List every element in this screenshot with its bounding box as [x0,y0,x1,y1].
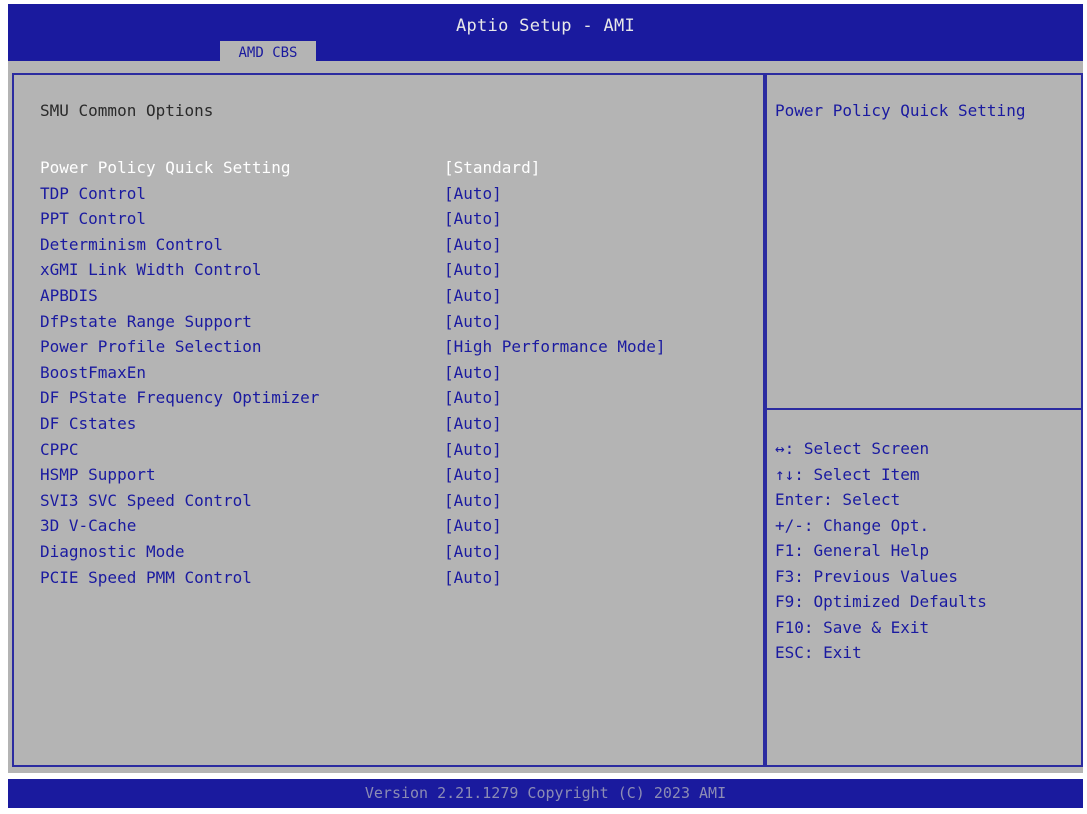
setup-option-row[interactable]: TDP Control [Auto] [40,182,740,206]
key-hint: F1: General Help [775,541,930,560]
setup-screen: SMU Common Options Power Policy Quick Se… [8,61,1083,773]
setup-option-row[interactable]: DF PState Frequency Optimizer [Auto] [40,386,740,410]
option-value[interactable]: [Auto] [444,233,502,257]
setup-option-row[interactable]: Determinism Control [Auto] [40,233,740,257]
version-footer: Version 2.21.1279 Copyright (C) 2023 AMI [8,779,1083,808]
option-value[interactable]: [Auto] [444,310,502,334]
app-title: Aptio Setup - AMI [455,16,636,36]
option-label: 3D V-Cache [40,516,137,536]
option-label: HSMP Support [40,465,156,485]
option-label: APBDIS [40,286,98,305]
option-value[interactable]: [Auto] [444,463,502,487]
option-label: xGMI Link Width Control [40,260,262,280]
option-label: PPT Control [40,209,146,229]
setup-option-row[interactable]: DF Cstates [Auto] [40,412,740,436]
key-hint: ↔: Select Screen [775,439,930,458]
setup-option-row[interactable]: Power Profile Selection [High Performance… [40,335,740,359]
option-value[interactable]: [High Performance Mode] [444,335,666,359]
option-value[interactable]: [Auto] [444,489,502,513]
option-label: SVI3 SVC Speed Control [40,490,252,510]
key-legend: ↔: Select Screen ↑↓: Select Item Enter: Se… [775,436,987,666]
option-value[interactable]: [Auto] [444,207,502,231]
key-hint: Enter: Select [775,490,901,509]
option-value[interactable]: [Auto] [444,438,502,462]
setup-option-row[interactable]: CPPC [Auto] [40,438,740,462]
key-hint: F3: Previous Values [775,566,959,586]
setup-option-row[interactable]: SVI3 SVC Speed Control [Auto] [40,489,740,513]
section-title: SMU Common Options [40,101,214,120]
option-label: DfPstate Range Support [40,311,252,331]
option-value[interactable]: [Auto] [444,182,502,206]
option-value[interactable]: [Auto] [444,361,502,385]
option-value[interactable]: [Auto] [444,284,502,308]
setup-option-row[interactable]: PCIE Speed PMM Control [Auto] [40,566,740,590]
option-label: TDP Control [40,183,146,203]
option-label: PCIE Speed PMM Control [40,567,252,587]
option-value[interactable]: [Auto] [444,540,502,564]
option-value[interactable]: [Auto] [444,514,502,538]
option-value[interactable]: [Auto] [444,258,502,282]
setup-option-row[interactable]: APBDIS [Auto] [40,284,740,308]
option-value[interactable]: [Auto] [444,412,502,436]
options-pane: SMU Common Options Power Policy Quick Se… [12,73,765,767]
key-hint: +/-: Change Opt. [775,515,930,535]
option-label: DF Cstates [40,414,137,433]
key-hint: ↑↓: Select Item [775,464,920,484]
setup-option-row[interactable]: xGMI Link Width Control [Auto] [40,258,740,282]
option-label: DF PState Frequency Optimizer [40,388,320,408]
setup-option-row[interactable]: BoostFmaxEn [Auto] [40,361,740,385]
setup-option-row[interactable]: Power Policy Quick Setting [Standard] [40,156,740,180]
key-hint: F9: Optimized Defaults [775,592,987,611]
option-value[interactable]: [Standard] [444,156,540,180]
setup-option-row[interactable]: HSMP Support [Auto] [40,463,740,487]
option-label: Power Policy Quick Setting [40,158,291,177]
option-label: Determinism Control [40,234,224,254]
key-hint: F10: Save & Exit [775,617,930,637]
key-hint: ESC: Exit [775,643,862,662]
help-divider [767,408,1081,410]
help-pane: Power Policy Quick Setting ↔: Select Scr… [765,73,1083,767]
help-description: Power Policy Quick Setting [775,101,1026,120]
setup-option-row[interactable]: Diagnostic Mode [Auto] [40,540,740,564]
option-value[interactable]: [Auto] [444,566,502,590]
setup-option-row[interactable]: PPT Control [Auto] [40,207,740,231]
option-value[interactable]: [Auto] [444,386,502,410]
title-bar: Aptio Setup - AMI AMD CBS [8,4,1083,65]
option-label: BoostFmaxEn [40,362,146,382]
setup-option-row[interactable]: DfPstate Range Support [Auto] [40,310,740,334]
option-label: Power Profile Selection [40,337,262,357]
option-label: Diagnostic Mode [40,542,185,561]
setup-option-row[interactable]: 3D V-Cache [Auto] [40,514,740,538]
option-label: CPPC [40,439,79,459]
